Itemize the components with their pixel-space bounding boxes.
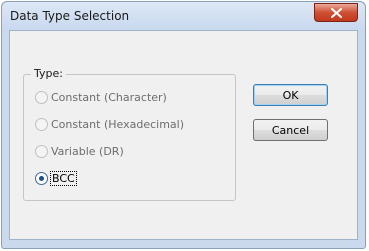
radio-button-icon[interactable] [35,144,48,158]
radio-constant-character[interactable]: Constant (Character) [35,89,167,105]
radio-bcc[interactable]: BCC [35,170,77,186]
radio-button-icon[interactable] [35,90,48,104]
type-group-label: Type: [31,67,66,80]
radio-label: Constant (Character) [51,90,167,104]
close-button[interactable] [314,3,358,22]
radio-label: BCC [50,170,77,186]
radio-button-icon[interactable] [35,117,48,131]
title-bar[interactable]: Data Type Selection [2,2,365,29]
type-groupbox: Type: Constant (Character) Constant (Hex… [23,67,236,201]
dialog-window: Data Type Selection Type: Constant (Char… [1,1,366,249]
radio-button-checked-icon[interactable] [35,171,48,185]
dialog-title: Data Type Selection [10,9,130,23]
ok-button[interactable]: OK [253,84,328,106]
close-x-icon [330,7,342,18]
radio-label: Constant (Hexadecimal) [51,117,184,131]
radio-variable-dr[interactable]: Variable (DR) [35,143,124,159]
dialog-body: Type: Constant (Character) Constant (Hex… [9,30,358,240]
radio-constant-hexadecimal[interactable]: Constant (Hexadecimal) [35,116,184,132]
cancel-button[interactable]: Cancel [253,119,328,141]
radio-label: Variable (DR) [51,144,124,158]
